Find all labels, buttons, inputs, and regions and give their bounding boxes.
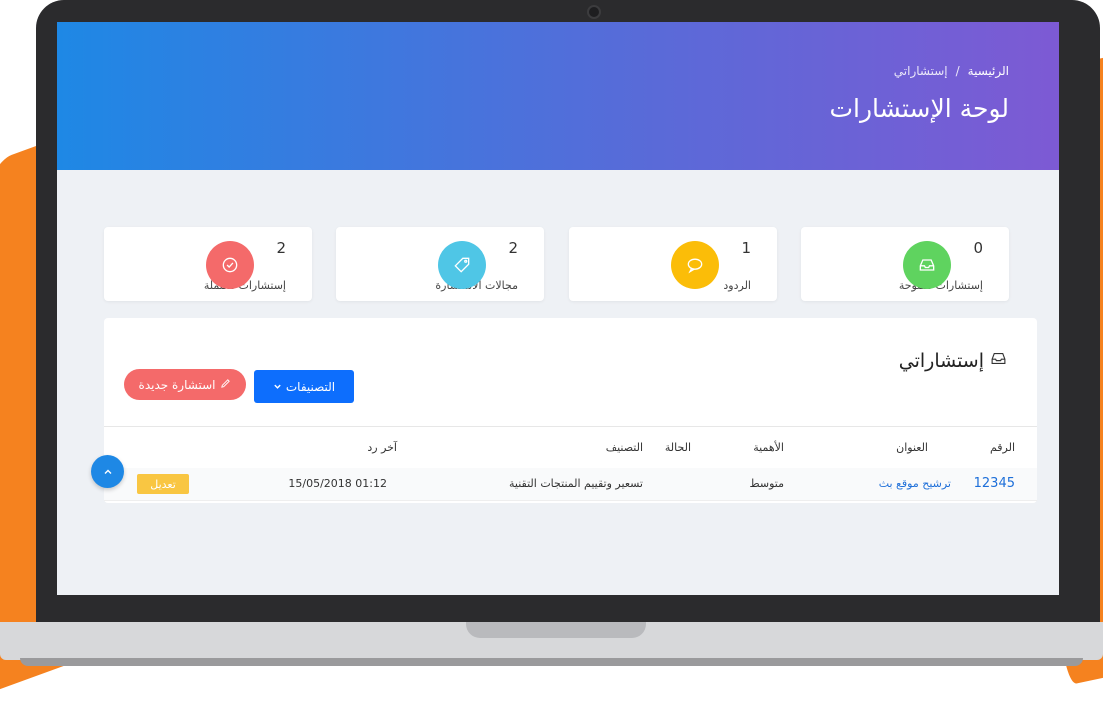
inbox-icon [903, 241, 951, 289]
new-consultation-button[interactable]: استشارة جديدة [124, 369, 246, 400]
breadcrumb-home[interactable]: الرئيسية [968, 64, 1009, 78]
col-category-header: التصنيف [605, 441, 643, 454]
categories-label: التصنيفات [285, 379, 336, 394]
table-row: 12345 ترشيح موقع بث متوسط تسعير وتقييم ا… [104, 468, 1037, 501]
row-importance: متوسط [749, 477, 784, 490]
stat-card-fields: 2 مجالات الاستشارة [336, 227, 544, 301]
scroll-to-top-button[interactable] [91, 455, 124, 488]
check-circle-icon [206, 241, 254, 289]
stat-label: الردود [723, 279, 751, 292]
breadcrumb: الرئيسية / إستشاراتي [894, 64, 1009, 78]
stat-value: 2 [276, 239, 286, 257]
page-title: لوحة الإستشارات [829, 94, 1009, 123]
new-consultation-label: استشارة جديدة [138, 377, 216, 392]
breadcrumb-current: إستشاراتي [893, 64, 948, 78]
col-id-header: الرقم [989, 441, 1015, 454]
stat-card-open: 0 إستشارات مفتوحة [801, 227, 1009, 301]
stat-card-replies: 1 الردود [569, 227, 777, 301]
screen: الرئيسية / إستشاراتي لوحة الإستشارات 0 إست… [57, 22, 1059, 595]
tag-icon [438, 241, 486, 289]
chevron-down-icon [273, 380, 282, 394]
panel-title-text: إستشاراتي [898, 350, 984, 372]
breadcrumb-separator: / [955, 64, 960, 78]
consultations-panel: إستشاراتي التصنيفات استشارة جديدة الرقم … [104, 318, 1037, 503]
stat-card-completed: 2 إستشارات مكتملة [104, 227, 312, 301]
row-last-reply: 15/05/2018 01:12 [288, 477, 387, 490]
laptop-base-shadow [20, 658, 1083, 666]
row-category: تسعير وتقييم المنتجات التقنية [509, 477, 643, 490]
col-status-header: الحالة [664, 441, 691, 454]
chat-bubble-icon [671, 241, 719, 289]
col-last-reply-header: آخر رد [367, 441, 397, 454]
stat-value: 1 [741, 239, 751, 257]
row-title-link[interactable]: ترشيح موقع بث [879, 477, 951, 490]
panel-title: إستشاراتي [899, 350, 1007, 372]
page-header: الرئيسية / إستشاراتي لوحة الإستشارات [57, 22, 1059, 170]
row-id-link[interactable]: 12345 [974, 476, 1015, 491]
stat-value: 0 [973, 239, 983, 257]
pencil-icon [220, 378, 231, 392]
stat-value: 2 [508, 239, 518, 257]
inbox-icon [990, 350, 1007, 372]
laptop-notch [466, 622, 646, 638]
edit-button[interactable]: تعديل [137, 474, 189, 494]
categories-dropdown-button[interactable]: التصنيفات [254, 370, 354, 403]
chevron-up-icon [103, 462, 113, 481]
col-title-header: العنوان [896, 441, 928, 454]
webcam-icon [587, 5, 601, 19]
col-importance-header: الأهمية [753, 441, 784, 454]
table-header: الرقم العنوان الأهمية الحالة التصنيف آخر… [104, 426, 1037, 470]
